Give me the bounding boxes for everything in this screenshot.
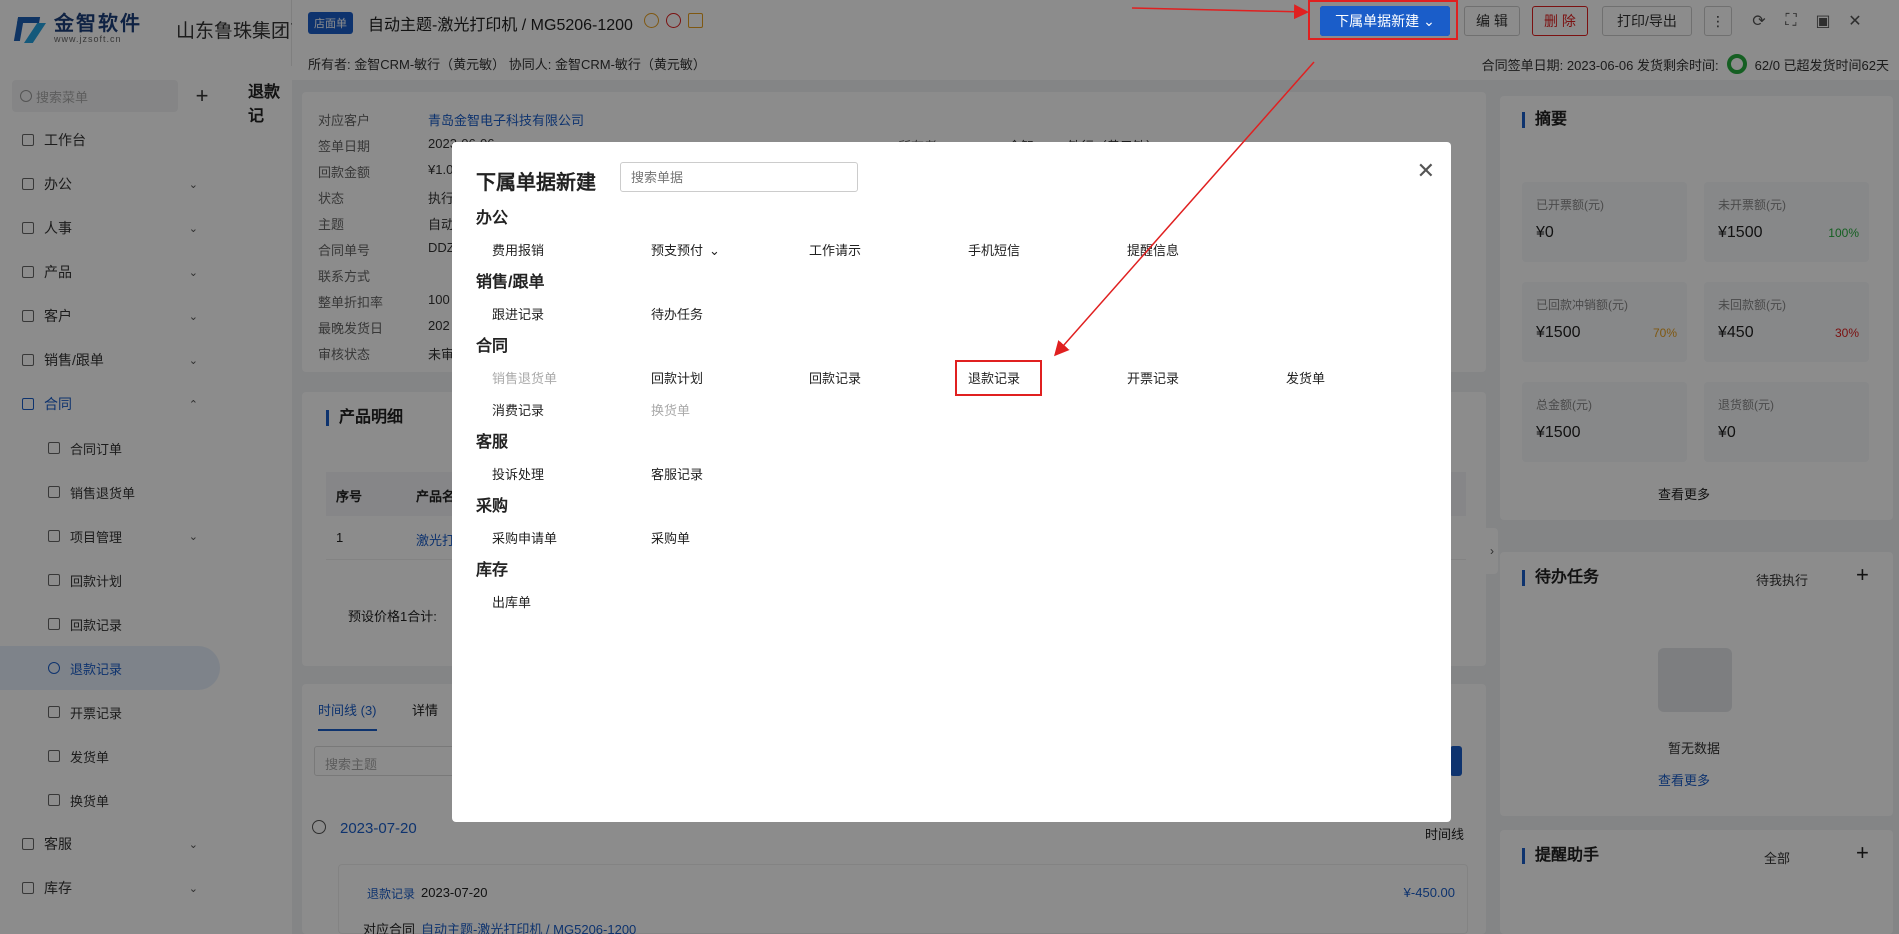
item-delivery[interactable]: 发货单 bbox=[1286, 368, 1325, 387]
group-purchase: 采购 bbox=[476, 498, 509, 515]
item-payment-plan[interactable]: 回款计划 bbox=[651, 368, 703, 387]
item-expense[interactable]: 费用报销 bbox=[492, 240, 544, 259]
item-service-record[interactable]: 客服记录 bbox=[651, 464, 703, 483]
item-follow-up[interactable]: 跟进记录 bbox=[492, 304, 544, 323]
highlight-box-refund bbox=[955, 360, 1042, 396]
close-icon[interactable]: ✕ bbox=[1417, 158, 1435, 184]
group-office: 办公 bbox=[476, 210, 509, 227]
modal-search-input[interactable] bbox=[620, 162, 858, 192]
new-child-modal: 下属单据新建 ✕ 办公 费用报销 预支预付 ⌄ 工作请示 手机短信 提醒信息 销售… bbox=[452, 142, 1451, 822]
item-reminder[interactable]: 提醒信息 bbox=[1127, 240, 1179, 259]
item-work-request[interactable]: 工作请示 bbox=[809, 240, 861, 259]
item-complaint[interactable]: 投诉处理 bbox=[492, 464, 544, 483]
highlight-box-new-child bbox=[1308, 0, 1458, 40]
group-inventory: 库存 bbox=[476, 562, 509, 579]
item-todo[interactable]: 待办任务 bbox=[651, 304, 703, 323]
modal-title: 下属单据新建 bbox=[476, 172, 596, 194]
group-sales: 销售/跟单 bbox=[476, 274, 545, 291]
item-invoice-record[interactable]: 开票记录 bbox=[1127, 368, 1179, 387]
item-label: 预支预付 bbox=[651, 243, 704, 258]
group-service: 客服 bbox=[476, 434, 509, 451]
modal-backdrop-sidebar bbox=[0, 0, 292, 934]
item-exchange: 换货单 bbox=[651, 403, 691, 418]
item-sms[interactable]: 手机短信 bbox=[968, 240, 1020, 259]
item-advance-payment[interactable]: 预支预付 ⌄ bbox=[651, 240, 720, 259]
item-sales-return: 销售退货单 bbox=[492, 371, 558, 386]
item-purchase-order[interactable]: 采购单 bbox=[651, 528, 690, 547]
item-payment-record[interactable]: 回款记录 bbox=[809, 368, 861, 387]
app-root: 金智软件 www.jzsoft.cn 山东鲁珠集团商 搜索菜单 + 工作台 办公… bbox=[0, 0, 1899, 934]
item-consumption[interactable]: 消费记录 bbox=[492, 400, 544, 419]
group-contract: 合同 bbox=[476, 338, 509, 355]
item-purchase-request[interactable]: 采购申请单 bbox=[492, 528, 557, 547]
chevron-down-icon: ⌄ bbox=[709, 243, 720, 258]
item-outbound[interactable]: 出库单 bbox=[492, 592, 531, 611]
